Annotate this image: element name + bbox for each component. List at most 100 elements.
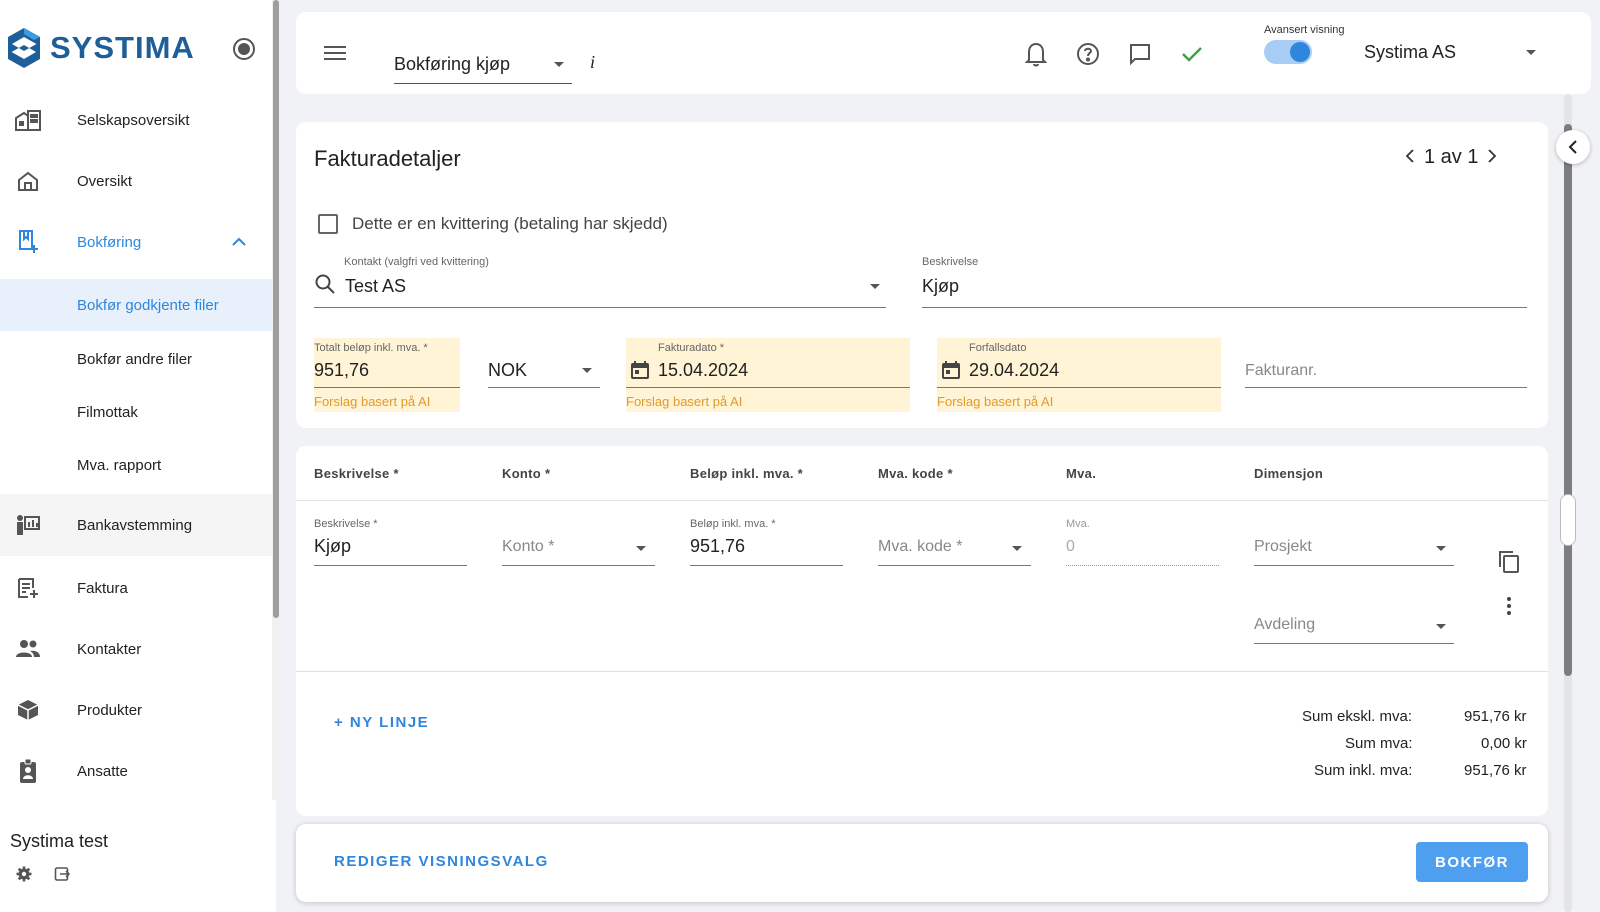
line-vat-label: Mva. — [1066, 518, 1090, 530]
invoice-number-field[interactable]: Fakturanr. — [1245, 338, 1527, 388]
sum-excl-vat-label: Sum ekskl. mva: — [1302, 708, 1413, 725]
line-description-field[interactable]: Beskrivelse * Kjøp — [314, 518, 467, 566]
line-project-placeholder: Prosjekt — [1254, 538, 1312, 555]
calendar-icon[interactable] — [630, 360, 650, 385]
sidebar-item-label: Bankavstemming — [77, 516, 193, 534]
due-date-value: 29.04.2024 — [969, 360, 1060, 380]
line-vat-code-placeholder: Mva. kode * — [878, 538, 963, 555]
sidebar-scrollbar-thumb[interactable] — [273, 0, 279, 618]
dropdown-arrow-icon — [1012, 546, 1022, 551]
contact-value: Test AS — [345, 276, 407, 296]
sidebar-subitem-mva-rapport[interactable]: Mva. rapport — [0, 439, 272, 491]
chevron-left-icon — [1568, 140, 1577, 154]
dropdown-arrow-icon — [582, 368, 592, 373]
sidebar-subitem-bokfor-andre[interactable]: Bokfør andre filer — [0, 333, 272, 385]
sidebar-item-faktura[interactable]: Faktura — [0, 557, 272, 619]
invoice-date-label: Fakturadato * — [658, 342, 725, 354]
home-icon — [14, 167, 42, 195]
line-description-label: Beskrivelse * — [314, 518, 378, 530]
sidebar-subitem-label: Mva. rapport — [77, 456, 162, 474]
info-icon[interactable]: i — [590, 52, 595, 73]
systima-logo[interactable]: SYSTIMA — [6, 26, 195, 70]
sidebar-item-kontakter[interactable]: Kontakter — [0, 618, 272, 680]
description-value: Kjøp — [922, 276, 960, 296]
invoice-details-card: Fakturadetaljer 1 av 1 Dette er en kvitt… — [296, 122, 1548, 428]
line-description-value: Kjøp — [314, 536, 352, 556]
calendar-icon[interactable] — [941, 360, 961, 385]
check-icon[interactable] — [1178, 40, 1206, 68]
record-icon[interactable] — [233, 38, 255, 60]
line-amount-field[interactable]: Beløp inkl. mva. * 951,76 — [690, 518, 843, 566]
search-icon — [314, 273, 336, 300]
post-button[interactable]: BOKFØR — [1416, 842, 1528, 882]
amount-field[interactable]: Totalt beløp inkl. mva. * 951,76 — [314, 338, 460, 388]
invoice-date-field[interactable]: Fakturadato * 15.04.2024 — [626, 338, 910, 388]
bookmark-add-icon — [14, 228, 42, 256]
help-icon[interactable] — [1074, 40, 1102, 68]
chevron-right-icon[interactable] — [1488, 146, 1497, 169]
amount-value: 951,76 — [314, 360, 370, 380]
page-title: Fakturadetaljer — [314, 146, 461, 171]
column-header: Beløp inkl. mva. * — [690, 466, 804, 481]
invoice-icon — [14, 574, 42, 602]
edit-view-options-button[interactable]: REDIGER VISNINGSVALG — [334, 853, 549, 870]
divider — [296, 671, 1548, 672]
line-vat-field: Mva. 0 — [1066, 518, 1219, 566]
view-select[interactable]: Bokføring kjøp — [394, 34, 572, 84]
brand-name: SYSTIMA — [50, 30, 195, 65]
company-select[interactable]: Systima AS — [1364, 42, 1456, 63]
divider — [296, 500, 1548, 501]
sidebar-subitem-bokfor-godkjente[interactable]: Bokfør godkjente filer — [0, 279, 272, 331]
sidebar: SYSTIMA Selskapsoversikt Oversikt Bokfør… — [0, 0, 276, 912]
chat-icon[interactable] — [1126, 40, 1154, 68]
sidebar-item-oversikt[interactable]: Oversikt — [0, 150, 272, 212]
line-vat-value: 0 — [1066, 538, 1075, 555]
chevron-left-icon[interactable] — [1405, 146, 1414, 169]
copy-icon[interactable] — [1498, 550, 1520, 579]
chevron-up-icon[interactable] — [232, 234, 246, 251]
sidebar-item-selskapsoversikt[interactable]: Selskapsoversikt — [0, 89, 272, 151]
company-dropdown-arrow-icon[interactable] — [1526, 50, 1536, 55]
sidebar-item-bankavstemming[interactable]: Bankavstemming — [0, 494, 272, 556]
more-vert-icon[interactable] — [1506, 596, 1512, 621]
sidebar-subitem-filmottak[interactable]: Filmottak — [0, 386, 272, 438]
bell-icon[interactable] — [1022, 40, 1050, 68]
line-project-select[interactable]: Prosjekt — [1254, 518, 1454, 566]
column-header: Mva. kode * — [878, 466, 953, 481]
dropdown-arrow-icon — [636, 546, 646, 551]
advanced-view-toggle[interactable] — [1264, 40, 1312, 64]
description-field[interactable]: Beskrivelse Kjøp — [922, 256, 1527, 308]
pager: 1 av 1 — [1405, 146, 1497, 169]
contact-field[interactable]: Kontakt (valgfri ved kvittering) Test AS — [314, 256, 886, 308]
view-select-value: Bokføring kjøp — [394, 54, 511, 74]
logout-icon[interactable] — [54, 866, 71, 887]
dropdown-arrow-icon — [1436, 624, 1446, 629]
settings-icon[interactable] — [16, 866, 32, 887]
menu-icon[interactable] — [324, 45, 346, 66]
people-icon — [14, 635, 42, 663]
currency-select[interactable]: NOK — [488, 338, 600, 388]
sidebar-item-produkter[interactable]: Produkter — [0, 679, 272, 741]
receipt-checkbox-row[interactable]: Dette er en kvittering (betaling har skj… — [318, 214, 668, 234]
amount-ai-hint: Forslag basert på AI — [314, 394, 431, 409]
due-date-field[interactable]: Forfallsdato 29.04.2024 — [937, 338, 1221, 388]
invoice-number-placeholder: Fakturanr. — [1245, 362, 1318, 379]
line-department-select[interactable]: Avdeling — [1254, 596, 1454, 644]
main-scrollbar-thumb[interactable] — [1564, 124, 1572, 676]
panel-resize-handle[interactable] — [1560, 494, 1576, 546]
new-line-button[interactable]: + NY LINJE — [334, 714, 429, 731]
sum-vat-value: 0,00 kr — [1481, 735, 1527, 752]
sidebar-item-label: Produkter — [77, 701, 143, 719]
action-bar: REDIGER VISNINGSVALG BOKFØR — [296, 824, 1548, 902]
receipt-checkbox[interactable] — [318, 214, 338, 234]
collapse-panel-button[interactable] — [1556, 130, 1590, 164]
sidebar-item-bokforing[interactable]: Bokføring — [0, 211, 272, 273]
line-vat-code-select[interactable]: Mva. kode * — [878, 518, 1031, 566]
sum-excl-vat-value: 951,76 kr — [1464, 708, 1527, 725]
sidebar-item-ansatte[interactable]: Ansatte — [0, 740, 272, 802]
invoice-date-value: 15.04.2024 — [658, 360, 749, 380]
column-header: Mva. — [1066, 466, 1097, 481]
pager-text: 1 av 1 — [1424, 146, 1479, 168]
sidebar-item-label: Oversikt — [77, 172, 133, 190]
line-account-select[interactable]: Konto * — [502, 518, 655, 566]
